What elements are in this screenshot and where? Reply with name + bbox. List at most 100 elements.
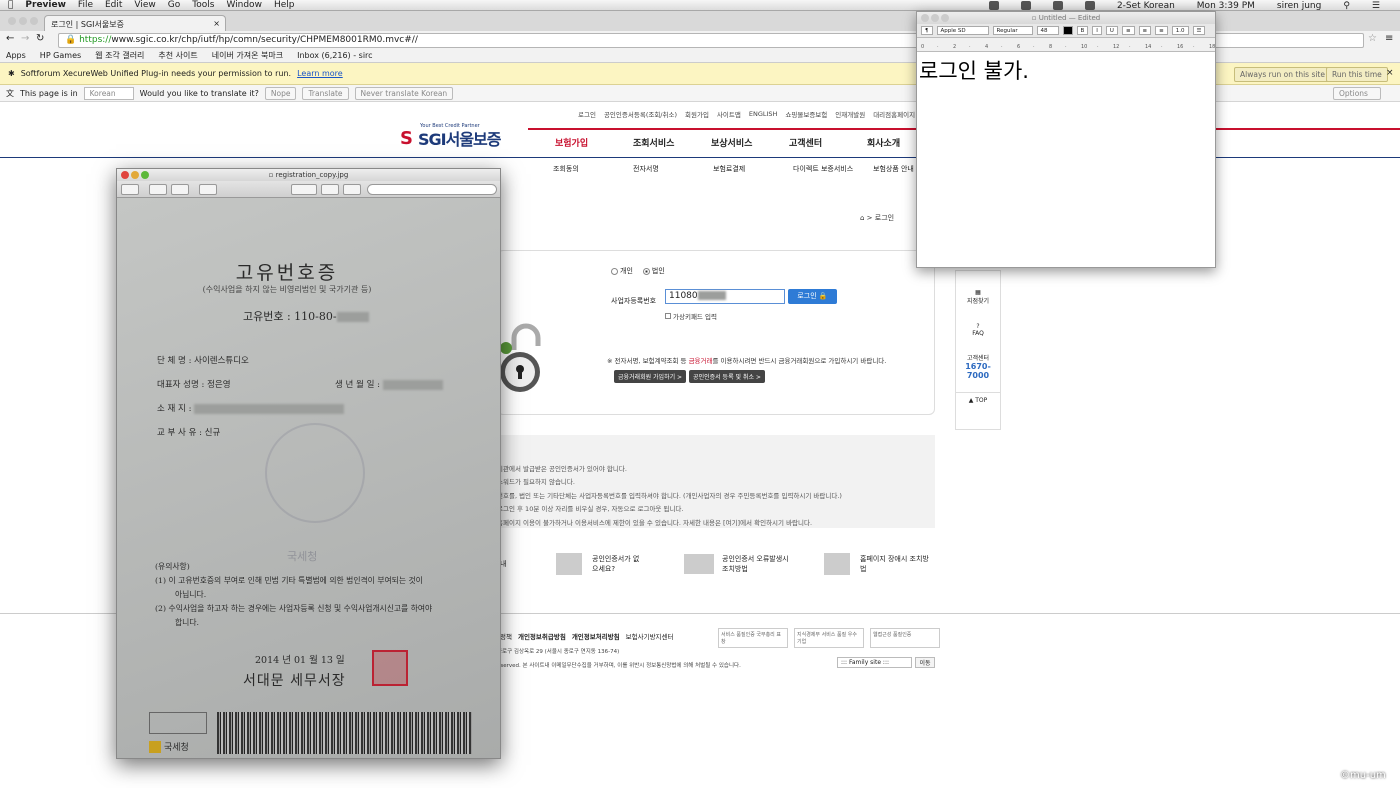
star-icon[interactable]: ☆	[1368, 33, 1377, 44]
biz-number-input[interactable]: 11080	[665, 289, 785, 304]
footer-link[interactable]: 개인정보처리방침	[572, 631, 620, 641]
search-input[interactable]	[367, 183, 497, 195]
zoom-window-icon[interactable]	[141, 171, 149, 179]
site-logo[interactable]: SGI서울보증	[418, 126, 501, 150]
underline-button[interactable]: U	[1105, 26, 1118, 35]
translate-button[interactable]: Translate	[302, 86, 349, 100]
zoom-window-icon[interactable]	[30, 17, 38, 25]
quick-no-cert[interactable]: 공인인증서가 없으세요?	[556, 553, 684, 575]
back-icon[interactable]: ←	[6, 33, 14, 44]
align-center-button[interactable]: ≡	[1138, 26, 1152, 35]
nav-customer[interactable]: 고객센터	[789, 136, 867, 149]
sgi-logo-icon[interactable]: S	[400, 128, 413, 149]
util-hrd[interactable]: 인재개발원	[835, 109, 865, 119]
reload-icon[interactable]: ↻	[36, 33, 44, 44]
nope-button[interactable]: Nope	[264, 86, 297, 100]
always-run-button[interactable]: Always run on this site	[1234, 67, 1331, 82]
menu-window[interactable]: Window	[226, 0, 262, 10]
document-text[interactable]: 로그인 불가.	[917, 52, 1215, 88]
bookmark-recommended[interactable]: 추천 사이트	[158, 50, 197, 61]
minimize-window-icon[interactable]	[931, 14, 939, 22]
share-icon[interactable]	[199, 183, 217, 195]
menu-view[interactable]: View	[134, 0, 155, 10]
menu-edit[interactable]: Edit	[105, 0, 122, 10]
zoom-in-icon[interactable]	[171, 183, 189, 195]
close-window-icon[interactable]	[121, 171, 129, 179]
faq-icon[interactable]: ?	[956, 323, 1000, 330]
family-go-button[interactable]: 이동	[915, 657, 935, 668]
footer-link[interactable]: 개인정보취급방침	[518, 631, 566, 641]
font-style-select[interactable]: Regular	[992, 26, 1033, 35]
radio-corp[interactable]: 법인	[642, 266, 665, 276]
minimize-window-icon[interactable]	[19, 17, 27, 25]
side-faq[interactable]: FAQ	[956, 330, 1000, 337]
menu-tools[interactable]: Tools	[192, 0, 214, 10]
preview-titlebar[interactable]: ▫ registration_copy.jpg	[117, 169, 500, 181]
list-icon[interactable]: ☰	[1372, 1, 1380, 11]
util-join[interactable]: 회원가입	[685, 109, 709, 119]
font-family-select[interactable]: Apple SD Gothi...	[936, 26, 989, 35]
bookmark-gallery[interactable]: 웹 조각 갤러리	[95, 50, 144, 61]
bold-button[interactable]: B	[1076, 26, 1089, 35]
learn-more-link[interactable]: Learn more	[297, 69, 343, 78]
util-shopping[interactable]: 쇼핑몰보증보험	[785, 109, 827, 119]
align-right-button[interactable]: ≡	[1155, 26, 1168, 35]
menu-go[interactable]: Go	[168, 0, 180, 10]
forward-icon[interactable]: →	[21, 33, 29, 44]
family-site-select[interactable]: ::: Family site :::	[837, 657, 912, 668]
font-size-select[interactable]: 48	[1036, 26, 1059, 35]
annotate-icon[interactable]	[343, 183, 361, 195]
menu-icon[interactable]: ≡	[1385, 33, 1393, 44]
util-cert[interactable]: 공인인증서등록(조회/취소)	[604, 109, 677, 119]
sidebar-toggle-icon[interactable]	[121, 183, 139, 195]
language-select[interactable]: Korean	[83, 86, 134, 100]
list-select[interactable]: ☰	[1192, 26, 1206, 35]
paragraph-style-select[interactable]: ¶	[921, 26, 933, 35]
menu-file[interactable]: File	[78, 0, 93, 10]
quick-cert-error[interactable]: 공인인증서 오류발생시 조치방법	[684, 554, 824, 574]
footer-link[interactable]: 정책	[500, 631, 512, 641]
bookmark-naver[interactable]: 네이버 가져온 북마크	[212, 50, 283, 61]
subnav-payment[interactable]: 보험료결제	[713, 164, 793, 174]
bookmark-hp-games[interactable]: HP Games	[40, 51, 81, 60]
util-english[interactable]: ENGLISH	[749, 110, 778, 118]
bookmark-inbox[interactable]: Inbox (6,216) - sirc	[297, 51, 372, 60]
options-button[interactable]: Options	[1333, 87, 1381, 100]
volume-icon[interactable]	[1084, 1, 1095, 10]
nav-compensation[interactable]: 보상서비스	[711, 136, 789, 149]
close-icon[interactable]: ×	[1386, 68, 1394, 78]
line-spacing-select[interactable]: 1.0	[1171, 26, 1189, 35]
subnav-consent[interactable]: 조회동의	[553, 164, 633, 174]
util-agency[interactable]: 대리점홈페이지	[873, 109, 915, 119]
align-left-button[interactable]: ≡	[1121, 26, 1135, 35]
cert-register-button[interactable]: 공인인증서 등록 및 취소 >	[689, 370, 765, 383]
spotlight-icon[interactable]: ⚲	[1343, 1, 1350, 11]
never-translate-button[interactable]: Never translate Korean	[354, 86, 454, 100]
nav-inquiry[interactable]: 조회서비스	[633, 136, 711, 149]
close-window-icon[interactable]	[8, 17, 16, 25]
menu-app[interactable]: Preview	[25, 0, 66, 10]
login-button[interactable]: 로그인 🔒	[788, 289, 837, 304]
italic-button[interactable]: I	[1092, 26, 1102, 35]
status-icon[interactable]	[1020, 1, 1031, 10]
virtual-keypad-checkbox[interactable]: 가상키패드 입력	[665, 311, 717, 321]
join-financial-button[interactable]: 금융거래회원 가입하기 >	[614, 370, 687, 383]
bookmark-apps[interactable]: Apps	[6, 51, 26, 60]
clock[interactable]: Mon 3:39 PM	[1197, 1, 1255, 11]
quick-site-error[interactable]: 홈페이지 장애시 조치방법	[824, 553, 954, 575]
util-login[interactable]: 로그인	[578, 109, 596, 119]
textedit-titlebar[interactable]: ▫ Untitled — Edited	[917, 12, 1215, 24]
apple-icon[interactable]: 	[8, 0, 13, 10]
close-tab-icon[interactable]: ×	[213, 19, 220, 28]
top-button[interactable]: ▲ TOP	[956, 392, 1000, 404]
radio-personal[interactable]: 개인	[611, 266, 633, 276]
text-color-button[interactable]	[1062, 26, 1073, 35]
zoom-out-icon[interactable]	[149, 183, 167, 195]
subnav-esign[interactable]: 전자서명	[633, 164, 713, 174]
branch-icon[interactable]: ▦	[956, 289, 1000, 296]
subnav-direct[interactable]: 다이렉트 보증서비스	[793, 164, 873, 174]
util-sitemap[interactable]: 사이트맵	[717, 109, 741, 119]
zoom-window-icon[interactable]	[941, 14, 949, 22]
user-name[interactable]: siren jung	[1277, 1, 1321, 11]
run-this-time-button[interactable]: Run this time	[1326, 67, 1388, 82]
